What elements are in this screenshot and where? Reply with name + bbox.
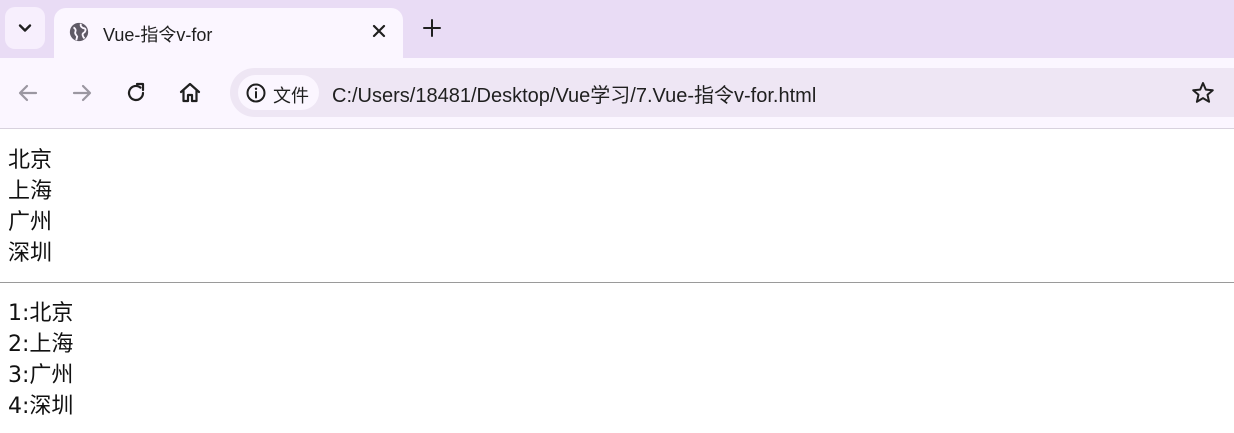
navigation-toolbar: 文件 C:/Users/18481/Desktop/Vue学习/7.Vue-指令… bbox=[0, 58, 1234, 129]
home-icon[interactable] bbox=[177, 80, 203, 106]
star-icon[interactable] bbox=[1190, 80, 1216, 106]
site-info-chip[interactable]: 文件 bbox=[238, 75, 319, 110]
tab-search-button[interactable] bbox=[5, 7, 45, 49]
back-arrow-icon[interactable] bbox=[15, 80, 41, 106]
tab-title: Vue-指令v-for bbox=[103, 25, 213, 45]
address-bar[interactable]: 文件 C:/Users/18481/Desktop/Vue学习/7.Vue-指令… bbox=[230, 68, 1234, 117]
close-icon[interactable] bbox=[368, 20, 390, 42]
reload-icon[interactable] bbox=[123, 80, 149, 106]
list-item: 上海 bbox=[8, 179, 53, 204]
forward-arrow-icon[interactable] bbox=[69, 80, 95, 106]
indexed-city-list: 1:北京 2:上海 3:广州 4:深圳 bbox=[8, 298, 1234, 422]
list-item: 4:深圳 bbox=[8, 394, 74, 419]
globe-icon bbox=[69, 22, 89, 42]
city-list: 北京 上海 广州 深圳 bbox=[8, 145, 1234, 269]
list-item: 1:北京 bbox=[8, 301, 74, 326]
list-item: 2:上海 bbox=[8, 332, 74, 357]
chevron-down-icon bbox=[18, 24, 32, 32]
page-content: 北京 上海 广州 深圳 1:北京 2:上海 3:广州 4:深圳 bbox=[0, 129, 1234, 422]
active-tab[interactable]: Vue-指令v-for bbox=[54, 8, 403, 58]
url-text[interactable]: C:/Users/18481/Desktop/Vue学习/7.Vue-指令v-f… bbox=[332, 79, 816, 108]
horizontal-rule bbox=[0, 282, 1234, 283]
info-icon bbox=[246, 83, 266, 103]
list-item: 广州 bbox=[8, 210, 53, 235]
list-item: 深圳 bbox=[8, 241, 53, 266]
list-item: 3:广州 bbox=[8, 363, 74, 388]
tab-strip: Vue-指令v-for bbox=[0, 0, 1234, 58]
plus-icon[interactable] bbox=[420, 16, 444, 40]
list-item: 北京 bbox=[8, 148, 53, 173]
file-scheme-label: 文件 bbox=[273, 86, 309, 107]
